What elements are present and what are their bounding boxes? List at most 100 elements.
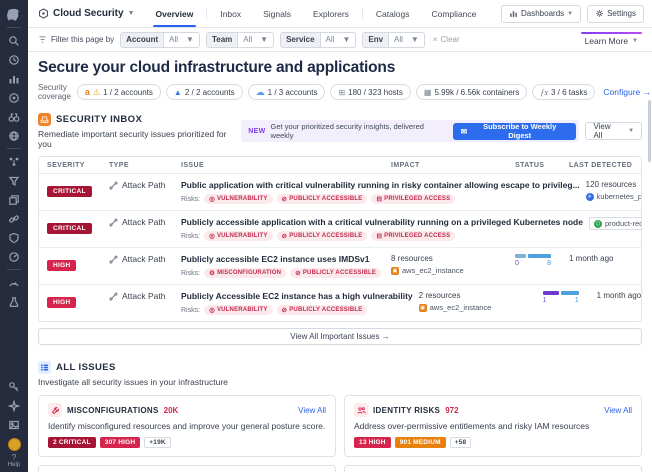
- filter-team[interactable]: Team All▼: [206, 32, 274, 48]
- rail-divider: [7, 148, 21, 149]
- windows-icon[interactable]: [4, 190, 24, 209]
- issue-count: 20K: [164, 406, 179, 415]
- security-inbox-table: SEVERITY TYPE ISSUE IMPACT STATUS LAST D…: [38, 156, 642, 322]
- issue-title: Publicly accessible application with a c…: [181, 217, 583, 227]
- coverage-pill-gcp[interactable]: ☁ 1 / 3 accounts: [248, 84, 326, 100]
- issue-type: Attack Path: [109, 254, 175, 264]
- card-misconfigurations[interactable]: MISCONFIGURATIONS 20K View All Identify …: [38, 395, 336, 457]
- card-identity-risks[interactable]: IDENTITY RISKS 972 View All Address over…: [344, 395, 642, 457]
- all-issues-header: ALL ISSUES Investigate all security issu…: [38, 361, 642, 387]
- high-badge: 307 HIGH: [100, 437, 141, 448]
- user-avatar[interactable]: [8, 438, 21, 451]
- vulnerability-icon: ◎: [209, 306, 215, 314]
- gcp-cloud-icon: ☁: [256, 87, 265, 98]
- coverage-pill-hosts[interactable]: ⊞ 180 / 323 hosts: [330, 84, 410, 100]
- card-vulnerabilities[interactable]: VULNERABILITIES 18K View All Remediate v…: [344, 465, 642, 472]
- attack-path-icon: [109, 218, 118, 227]
- filter-bar: Filter this page by Account All▼ Team Al…: [28, 28, 652, 52]
- rail-divider: [7, 269, 21, 270]
- publicly-accessible-icon: ⊘: [295, 269, 301, 277]
- card-threats[interactable]: THREATS 10K Past 1 Week View All Investi…: [38, 465, 336, 472]
- inbox-icon: [38, 113, 51, 126]
- publicly-accessible-icon: ⊘: [282, 306, 288, 314]
- filter-env[interactable]: Env All▼: [362, 32, 424, 48]
- search-icon[interactable]: [4, 31, 24, 50]
- inbox-view-all-dropdown[interactable]: View All ▼: [585, 122, 642, 140]
- chevron-down-icon: ▼: [260, 35, 268, 44]
- shield-icon[interactable]: [4, 228, 24, 247]
- tab-signals[interactable]: Signals: [252, 0, 302, 27]
- risk-chip: ◎VULNERABILITY: [204, 305, 272, 315]
- chevron-down-icon: ▼: [411, 35, 419, 44]
- filter-service[interactable]: Service All▼: [280, 32, 356, 48]
- table-row[interactable]: CRITICAL Attack Path Public application …: [39, 174, 641, 210]
- security-inbox-subtitle: Remediate important security issues prio…: [38, 129, 241, 149]
- sparkle-icon[interactable]: [4, 397, 24, 416]
- security-coverage-row: Security coverage a ⚠ 1 / 2 accounts ▲ 2…: [38, 83, 642, 101]
- dashboards-button[interactable]: Dashboards ▼: [501, 5, 581, 23]
- issue-type: Attack Path: [109, 217, 175, 227]
- learn-more-button[interactable]: Learn More ▼: [579, 32, 644, 48]
- risk-chip: ⊘PUBLICLY ACCESSIBLE: [277, 194, 368, 204]
- warning-icon: ⚠: [93, 88, 100, 97]
- severity-badges: 13 HIGH 901 MEDIUM +58: [354, 437, 632, 448]
- configure-link[interactable]: Configure →: [603, 87, 651, 97]
- table-row[interactable]: HIGH Attack Path Publicly accessible EC2…: [39, 247, 641, 284]
- filter-account[interactable]: Account All▼: [120, 32, 200, 48]
- tab-overview[interactable]: Overview: [145, 0, 205, 27]
- risk-chip: ⊟PRIVILEGED ACCESS: [371, 231, 455, 241]
- history-icon[interactable]: [4, 50, 24, 69]
- view-all-link[interactable]: View All: [298, 406, 326, 415]
- identity-icon: [354, 403, 368, 417]
- publicly-accessible-icon: ⊘: [282, 232, 288, 240]
- apm-target-icon[interactable]: [4, 88, 24, 107]
- critical-badge: 2 CRITICAL: [48, 437, 96, 448]
- image-icon[interactable]: [4, 416, 24, 435]
- watchdog-binoculars-icon[interactable]: [4, 107, 24, 126]
- tab-catalogs[interactable]: Catalogs: [365, 0, 421, 27]
- severity-badge: CRITICAL: [47, 223, 92, 234]
- coverage-pill-aws[interactable]: a ⚠ 1 / 2 accounts: [77, 84, 161, 100]
- aws-ec2-icon: ▣: [391, 267, 399, 275]
- service-map-icon[interactable]: [4, 152, 24, 171]
- severity-badge: CRITICAL: [47, 186, 92, 197]
- risk-chip: ◎VULNERABILITY: [204, 231, 272, 241]
- app-switcher[interactable]: Cloud Security ▼: [38, 0, 135, 27]
- host-icon: ⊞: [338, 88, 345, 97]
- dashboards-icon[interactable]: [4, 69, 24, 88]
- view-all-important-issues-button[interactable]: View All Important Issues →: [38, 328, 642, 345]
- tab-compliance[interactable]: Compliance: [420, 0, 487, 27]
- tab-explorers[interactable]: Explorers: [302, 0, 360, 27]
- chevron-down-icon: ▼: [628, 128, 634, 134]
- privileged-access-icon: ⊟: [376, 195, 382, 203]
- impact-count: 8 resources: [391, 254, 509, 263]
- subscribe-weekly-digest-button[interactable]: ✉ Subscribe to Weekly Digest: [453, 123, 577, 140]
- flask-icon[interactable]: [4, 292, 24, 311]
- chevron-down-icon: ▼: [567, 11, 573, 17]
- chevron-down-icon: ▼: [128, 10, 135, 17]
- link-icon[interactable]: [4, 209, 24, 228]
- table-row[interactable]: CRITICAL Attack Path Publicly accessible…: [39, 210, 641, 247]
- view-all-link[interactable]: View All: [604, 406, 632, 415]
- scrollbar-thumb[interactable]: [648, 100, 651, 162]
- more-badge: +19K: [144, 437, 171, 448]
- list-icon: [38, 361, 51, 374]
- gauge-icon[interactable]: [4, 247, 24, 266]
- clear-filters-button[interactable]: × Clear: [433, 35, 460, 44]
- severity-badges: 2 CRITICAL 307 HIGH +19K: [48, 437, 326, 448]
- coverage-pill-containers[interactable]: ▦ 5.99k / 6.56k containers: [416, 84, 528, 100]
- speedometer-icon[interactable]: [4, 273, 24, 292]
- key-icon[interactable]: [4, 378, 24, 397]
- coverage-pill-tasks[interactable]: ƒx 3 / 6 tasks: [532, 84, 595, 100]
- coverage-pill-azure[interactable]: ▲ 2 / 2 accounts: [166, 84, 243, 100]
- settings-button[interactable]: Settings: [587, 5, 644, 23]
- table-row[interactable]: HIGH Attack Path Publicly Accessible EC2…: [39, 284, 641, 321]
- tab-inbox[interactable]: Inbox: [209, 0, 252, 27]
- globe-icon[interactable]: [4, 126, 24, 145]
- risk-chips: Risks: ◎VULNERABILITY ⊘PUBLICLY ACCESSIB…: [181, 194, 580, 204]
- rail-divider: [7, 27, 21, 28]
- attack-path-icon: [109, 181, 118, 190]
- filter-funnel-icon[interactable]: [4, 171, 24, 190]
- help-button[interactable]: ? Help: [8, 454, 20, 470]
- issue-type: Attack Path: [109, 291, 175, 301]
